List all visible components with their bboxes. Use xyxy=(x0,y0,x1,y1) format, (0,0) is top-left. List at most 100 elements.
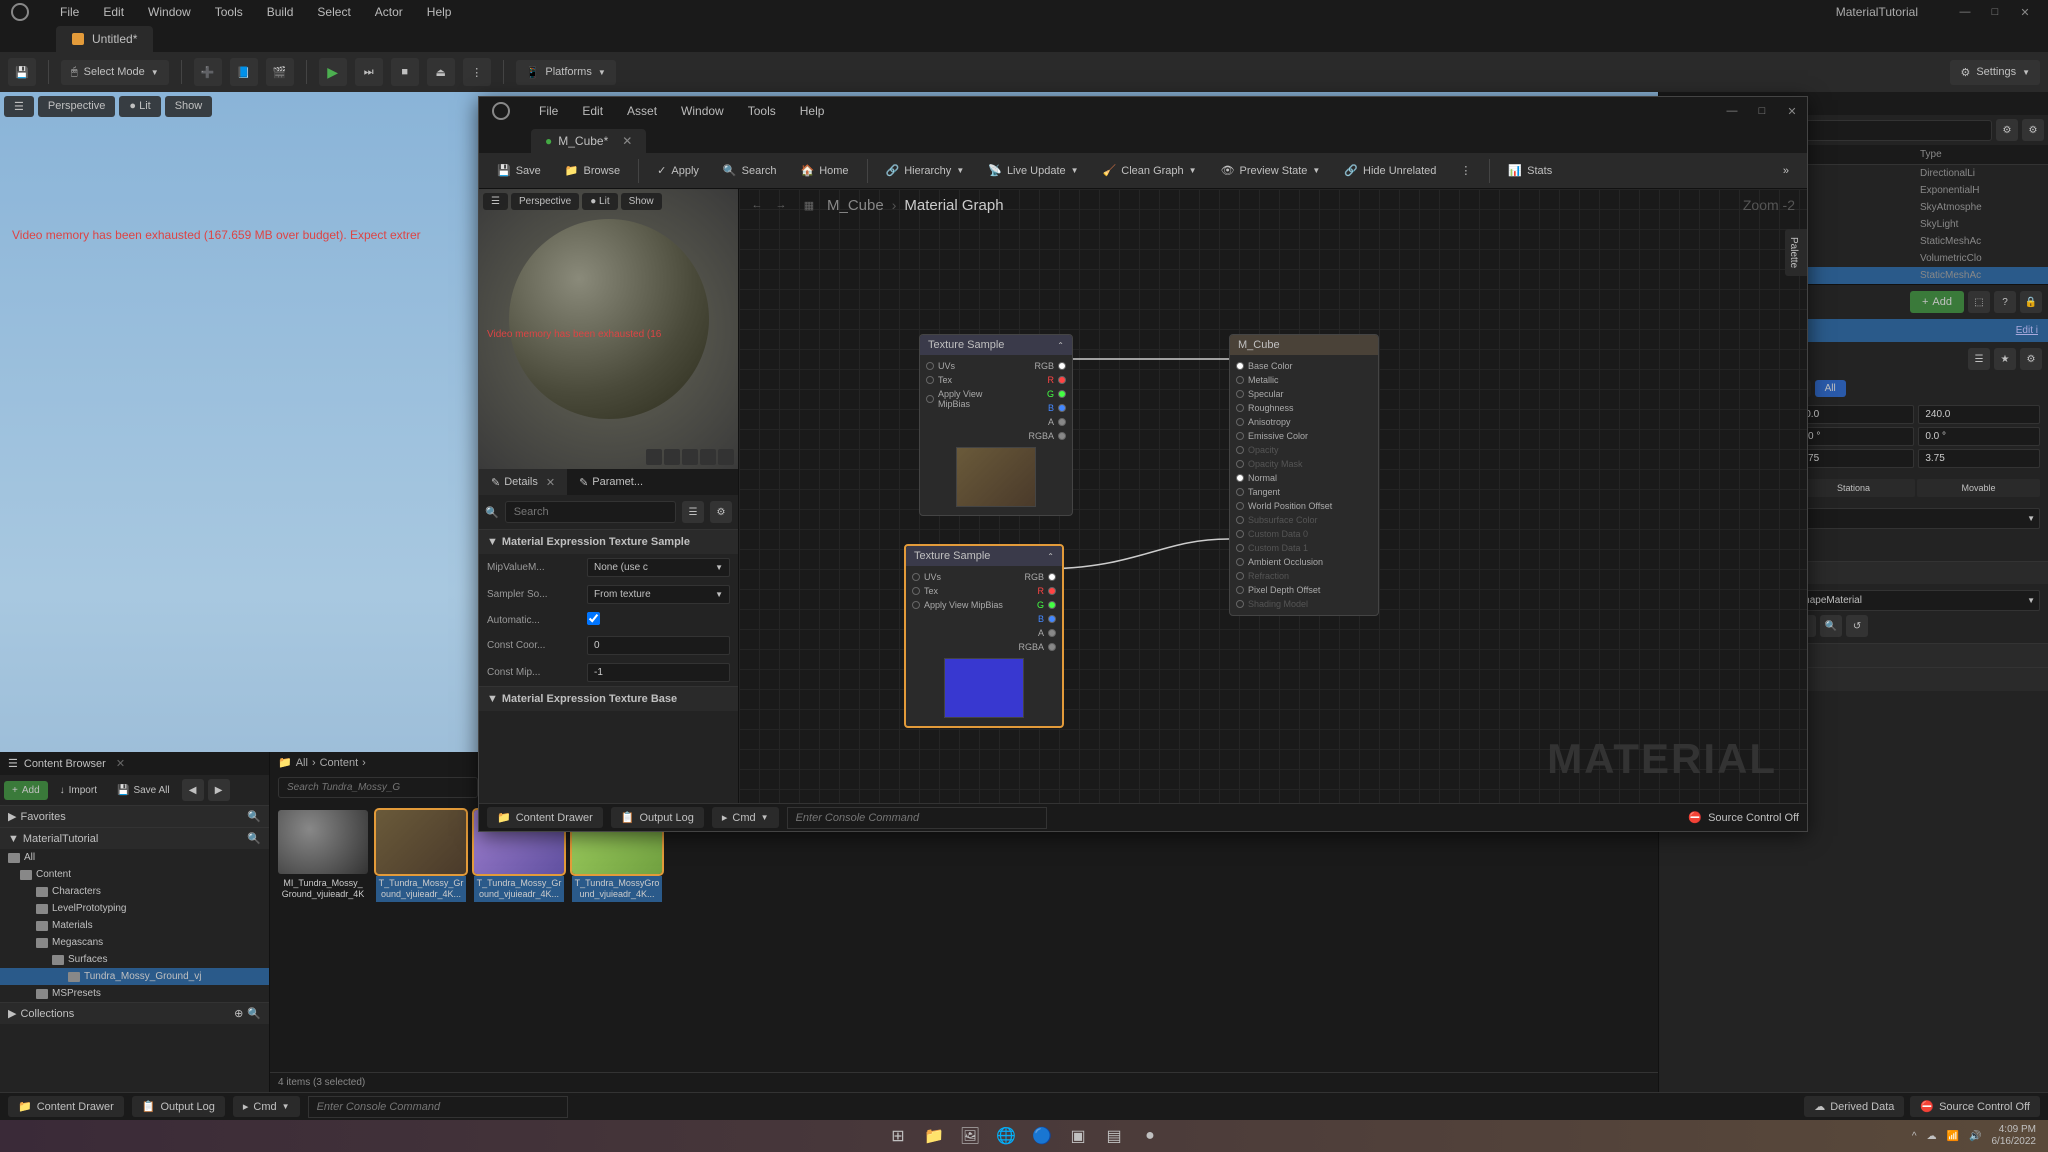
mat-cmd-button[interactable]: ▸ Cmd ▼ xyxy=(712,807,779,828)
settings-button[interactable]: ⚙Settings▼ xyxy=(1950,60,2040,85)
mat-content-drawer-button[interactable]: 📁 Content Drawer xyxy=(487,807,603,828)
search-icon[interactable]: 🔍 xyxy=(247,1007,261,1020)
details-gear-icon[interactable]: ⚙ xyxy=(2020,348,2042,370)
material-preview-viewport[interactable]: ☰ Perspective ● Lit Show Video memory ha… xyxy=(479,189,738,469)
start-button[interactable]: ⊞ xyxy=(884,1122,912,1150)
breadcrumb-all[interactable]: All xyxy=(296,757,308,769)
mat-close-button[interactable]: ✕ xyxy=(1785,104,1799,118)
mat-browse-button[interactable]: 📁 Browse xyxy=(555,159,630,182)
preview-shape-sphere-icon[interactable] xyxy=(664,449,680,465)
mat-menu-edit[interactable]: Edit xyxy=(570,100,615,122)
details-lock-icon[interactable]: 🔒 xyxy=(2020,291,2042,313)
details-view-icon[interactable]: ☰ xyxy=(682,501,704,523)
unreal-icon[interactable]: ● xyxy=(1136,1122,1164,1150)
menu-tools[interactable]: Tools xyxy=(203,1,255,23)
add-component-button[interactable]: + Add xyxy=(1910,291,1964,313)
select-mode-button[interactable]: 🖱Select Mode▼ xyxy=(61,60,169,85)
add-icon[interactable]: ⊕ xyxy=(234,1007,243,1020)
menu-window[interactable]: Window xyxy=(136,1,203,23)
cb-history-fwd-icon[interactable]: ▶ xyxy=(208,779,230,801)
texture-sample-section[interactable]: ▼ Material Expression Texture Sample xyxy=(479,530,738,554)
output-log-button[interactable]: 📋 Output Log xyxy=(132,1096,225,1117)
preview-shape-custom-icon[interactable] xyxy=(718,449,734,465)
close-button[interactable]: ✕ xyxy=(2018,5,2032,19)
mat-tab-close-icon[interactable]: ✕ xyxy=(622,134,632,148)
tray-volume-icon[interactable]: 🔊 xyxy=(1969,1131,1981,1142)
folder-tree-item[interactable]: Content xyxy=(0,866,269,883)
folder-tree-item[interactable]: Surfaces xyxy=(0,951,269,968)
details-tab-close-icon[interactable]: ✕ xyxy=(546,476,555,489)
blueprint-button[interactable]: 📘 xyxy=(230,58,258,86)
material-tab[interactable]: ●M_Cube* ✕ xyxy=(531,129,646,153)
mat-expand-button[interactable]: » xyxy=(1773,160,1799,182)
mat-maximize-button[interactable]: □ xyxy=(1755,104,1769,118)
play-button[interactable]: ▶ xyxy=(319,58,347,86)
details-help-icon[interactable]: ? xyxy=(1994,291,2016,313)
tray-wifi-icon[interactable]: 📶 xyxy=(1947,1131,1959,1142)
folder-tree-item[interactable]: Materials xyxy=(0,917,269,934)
cb-save-all-button[interactable]: 💾 Save All xyxy=(109,781,178,800)
viewport-show-button[interactable]: Show xyxy=(165,96,213,117)
details-search-input[interactable] xyxy=(505,501,676,523)
mat-home-button[interactable]: 🏠 Home xyxy=(790,159,858,182)
parameters-tab[interactable]: ✎ Paramet... xyxy=(567,469,655,495)
graph-back-button[interactable]: ← xyxy=(747,195,767,215)
blender-icon[interactable]: 🔵 xyxy=(1028,1122,1056,1150)
eject-button[interactable]: ⏏ xyxy=(427,58,455,86)
mobility-stationary[interactable]: Stationa xyxy=(1792,479,1915,497)
viewport-lit-button[interactable]: ● Lit xyxy=(119,96,160,117)
skip-button[interactable]: ⏭ xyxy=(355,58,383,86)
clock-time[interactable]: 4:09 PM xyxy=(1992,1124,2037,1136)
photos-icon[interactable]: 🖼 xyxy=(956,1122,984,1150)
property-dropdown[interactable]: None (use c▼ xyxy=(587,558,730,577)
content-drawer-button[interactable]: 📁 Content Drawer xyxy=(8,1096,124,1117)
preview-shape-cylinder-icon[interactable] xyxy=(646,449,662,465)
menu-edit[interactable]: Edit xyxy=(91,1,136,23)
palette-tab[interactable]: Palette xyxy=(1785,229,1807,276)
scale-z[interactable]: 3.75 xyxy=(1918,449,2040,468)
mat-source-control[interactable]: ⛔ Source Control Off xyxy=(1688,811,1799,824)
texture-base-section[interactable]: ▼ Material Expression Texture Base xyxy=(479,687,738,711)
mat-output-log-button[interactable]: 📋 Output Log xyxy=(611,807,704,828)
graph-home-icon[interactable]: ▦ xyxy=(799,195,819,215)
rotation-z[interactable]: 0.0 ° xyxy=(1918,427,2040,446)
type-column-header[interactable]: Type xyxy=(1920,149,2040,160)
mat-clean-graph-button[interactable]: 🧹 Clean Graph ▼ xyxy=(1093,159,1207,182)
edit-blueprint-link[interactable]: Edit i xyxy=(2016,325,2038,336)
search-icon[interactable]: 🔍 xyxy=(247,810,261,823)
mat-menu-file[interactable]: File xyxy=(527,100,570,122)
viewport-perspective-button[interactable]: Perspective xyxy=(38,96,115,117)
favorites-section[interactable]: ▶ Favorites 🔍 xyxy=(0,805,269,827)
play-options-button[interactable]: ⋮ xyxy=(463,58,491,86)
tray-onedrive-icon[interactable]: ☁ xyxy=(1927,1131,1937,1142)
folder-tree-item[interactable]: All xyxy=(0,849,269,866)
menu-help[interactable]: Help xyxy=(415,1,464,23)
mat-stats-button[interactable]: 📊 Stats xyxy=(1498,159,1562,182)
property-input[interactable]: 0 xyxy=(587,636,730,655)
folder-tree-item[interactable]: LevelPrototyping xyxy=(0,900,269,917)
content-search-input[interactable] xyxy=(278,777,478,798)
breadcrumb-content[interactable]: Content xyxy=(320,757,359,769)
menu-actor[interactable]: Actor xyxy=(363,1,415,23)
menu-build[interactable]: Build xyxy=(255,1,306,23)
preview-menu-icon[interactable]: ☰ xyxy=(483,193,508,210)
cb-import-button[interactable]: ↓ Import xyxy=(52,781,105,800)
cb-add-button[interactable]: + Add xyxy=(4,781,48,800)
mat-save-button[interactable]: 💾 Save xyxy=(487,159,551,182)
mat-live-update-button[interactable]: 📡 Live Update ▼ xyxy=(978,159,1088,182)
mat-reset-icon[interactable]: ↺ xyxy=(1846,615,1868,637)
edge-icon[interactable]: 🌐 xyxy=(992,1122,1020,1150)
location-y[interactable]: 20.0 xyxy=(1793,405,1915,424)
preview-show-button[interactable]: Show xyxy=(621,193,662,210)
details-blueprint-icon[interactable]: ⬚ xyxy=(1968,291,1990,313)
tray-chevron-icon[interactable]: ^ xyxy=(1912,1131,1917,1142)
outliner-filter-icon[interactable]: ⚙ xyxy=(1996,119,2018,141)
platforms-button[interactable]: 📱Platforms▼ xyxy=(516,60,616,85)
breadcrumb-asset[interactable]: M_Cube xyxy=(827,197,884,214)
save-level-button[interactable]: 💾 xyxy=(8,58,36,86)
scale-y[interactable]: 3.75 xyxy=(1793,449,1915,468)
preview-shape-cube-icon[interactable] xyxy=(700,449,716,465)
rotation-y[interactable]: 0.0 ° xyxy=(1793,427,1915,446)
texture-sample-node-2[interactable]: Texture Sample⌃ UVs Tex Apply View MipBi… xyxy=(904,544,1064,728)
material-graph[interactable]: ← → ▦ M_Cube › Material Graph Zoom -2 Pa… xyxy=(739,189,1807,803)
